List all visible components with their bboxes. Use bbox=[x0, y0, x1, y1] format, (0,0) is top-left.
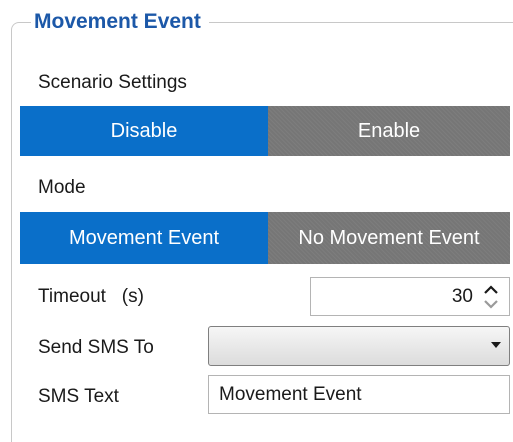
up-down-arrows-icon[interactable] bbox=[481, 281, 501, 313]
mode-label: Mode bbox=[38, 177, 86, 198]
group-title: Movement Event bbox=[31, 8, 209, 36]
send-sms-to-dropdown[interactable] bbox=[208, 326, 510, 366]
send-sms-to-label: Send SMS To bbox=[38, 337, 154, 358]
no-movement-event-segment-button[interactable]: No Movement Event bbox=[268, 212, 510, 264]
sms-text-value: Movement Event bbox=[219, 383, 362, 405]
disable-segment-button[interactable]: Disable bbox=[20, 106, 268, 156]
scenario-settings-label: Scenario Settings bbox=[38, 72, 187, 93]
sms-text-input[interactable]: Movement Event bbox=[208, 375, 510, 414]
timeout-value: 30 bbox=[451, 285, 473, 307]
timeout-spinner[interactable]: 30 bbox=[310, 277, 510, 316]
chevron-down-icon bbox=[491, 342, 501, 348]
sms-text-label: SMS Text bbox=[38, 386, 119, 407]
timeout-label: Timeout (s) bbox=[38, 286, 144, 307]
movement-event-segment-button[interactable]: Movement Event bbox=[20, 212, 268, 264]
enable-segment-button[interactable]: Enable bbox=[268, 106, 510, 156]
